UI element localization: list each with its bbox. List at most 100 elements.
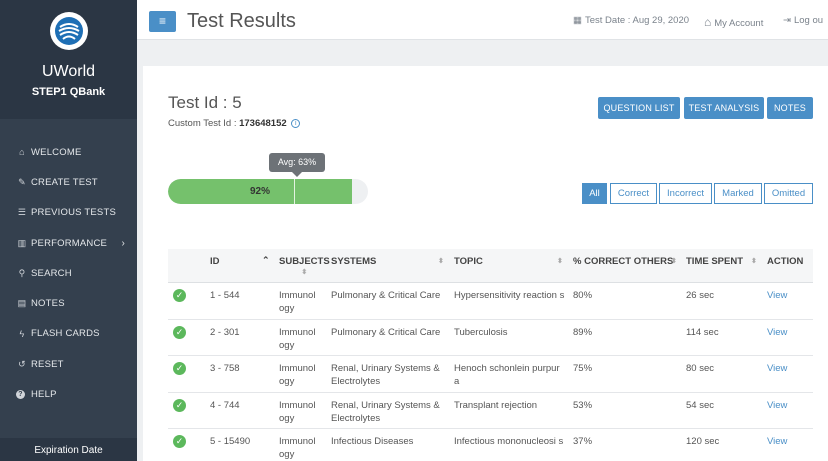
my-account-text: My Account — [714, 18, 764, 29]
sort-icon: ⬍ — [301, 269, 308, 276]
correct-check-icon: ✓ — [173, 398, 186, 412]
view-link[interactable]: View — [767, 362, 787, 375]
view-link[interactable]: View — [767, 326, 787, 339]
table-row[interactable]: ✓ 1 - 544 Immunol ogy Pulmonary & Critic… — [168, 283, 813, 320]
filter-correct-button[interactable]: Correct — [610, 183, 657, 204]
cell-id: 1 - 544 — [210, 290, 240, 301]
logout-text: Log ou — [793, 15, 824, 26]
average-tooltip: Avg: 63% — [269, 153, 325, 177]
uworld-logo-icon[interactable] — [49, 12, 88, 50]
cell-topic: Henoch schonlein purpur a — [454, 363, 560, 387]
column-header-systems[interactable]: SYSTEMS ⬍ — [331, 256, 444, 267]
sidebar-item-label: NOTES — [31, 298, 65, 310]
hamburger-icon: ≡ — [158, 14, 166, 28]
brand-name: UWorld — [41, 63, 96, 80]
chevron-right-icon: › — [121, 237, 125, 249]
column-header-subjects[interactable]: SUBJECTS ⬍ — [279, 256, 330, 276]
filter-omitted-button[interactable]: Omitted — [764, 183, 813, 204]
score-label: 92% — [249, 186, 270, 197]
cell-topic: Transplant rejection — [454, 399, 538, 411]
info-icon[interactable]: i — [291, 118, 301, 128]
column-header-topic[interactable]: TOPIC ⬍ — [454, 256, 563, 267]
cell-system: Renal, Urinary Systems & Electrolytes — [331, 363, 440, 387]
filter-marked-button[interactable]: Marked — [714, 183, 762, 204]
test-date-text: Test Date : Aug 29, 2020 — [584, 15, 690, 26]
custom-test-id-label: Custom Test Id : — [168, 118, 240, 129]
home-icon: ⌂ — [19, 147, 25, 158]
table-row[interactable]: ✓ 5 - 15490 Immunol ogy Infectious Disea… — [168, 429, 813, 461]
cell-system: Pulmonary & Critical Care — [331, 290, 441, 301]
results-card: Test Id : 5 Custom Test Id : 173648152 i… — [143, 66, 828, 461]
home-icon: ⌂ — [704, 15, 712, 29]
sort-icon: ⬍ — [557, 258, 563, 265]
my-account-link[interactable]: ⌂ My Account — [704, 15, 763, 29]
cell-topic: Tuberculosis — [454, 326, 508, 338]
notes-button[interactable]: NOTES — [767, 97, 813, 119]
cell-percent-correct: 37% — [573, 436, 593, 447]
edit-icon: ✎ — [18, 176, 26, 187]
table-row[interactable]: ✓ 4 - 744 Immunol ogy Renal, Urinary Sys… — [168, 393, 813, 429]
help-icon: ? — [16, 390, 25, 400]
cell-id: 3 - 758 — [210, 363, 240, 374]
menu-toggle-button[interactable]: ≡ — [149, 11, 176, 32]
column-header-percent-correct[interactable]: % CORRECT OTHERS ⬍ — [573, 256, 677, 267]
cell-percent-correct: 80% — [573, 290, 593, 301]
cell-time-spent: 26 sec — [686, 290, 714, 301]
sidebar-item-welcome[interactable]: ⌂ WELCOME — [0, 137, 137, 167]
cell-system: Renal, Urinary Systems & Electrolytes — [331, 399, 440, 424]
sidebar-item-label: CREATE TEST — [31, 176, 98, 188]
sidebar-item-search[interactable]: ⚲ SEARCH — [0, 258, 137, 288]
correct-check-icon: ✓ — [173, 325, 186, 339]
cell-percent-correct: 89% — [573, 326, 593, 338]
cell-id: 5 - 15490 — [210, 436, 251, 447]
sidebar-item-label: RESET — [31, 358, 64, 370]
sidebar-item-label: PREVIOUS TESTS — [31, 207, 116, 219]
sidebar-item-create-test[interactable]: ✎ CREATE TEST — [0, 167, 137, 197]
sidebar-item-label: PERFORMANCE — [31, 237, 108, 249]
logout-link[interactable]: ⇥ Log ou — [783, 15, 823, 26]
view-link[interactable]: View — [767, 289, 787, 302]
sort-icon: ⬍ — [751, 258, 757, 265]
cell-system: Pulmonary & Critical Care — [331, 326, 441, 338]
table-header: ID ⌃ SUBJECTS ⬍ SYSTEMS ⬍ TOPIC ⬍ % CORR… — [168, 249, 813, 283]
results-table: ID ⌃ SUBJECTS ⬍ SYSTEMS ⬍ TOPIC ⬍ % CORR… — [168, 249, 813, 461]
test-analysis-button[interactable]: TEST ANALYSIS — [684, 97, 764, 119]
cell-subject: Immunol ogy — [279, 326, 316, 351]
score-progress-bar: 92% — [168, 179, 368, 204]
sidebar-item-label: SEARCH — [31, 267, 72, 279]
notes-icon: ▤ — [17, 298, 27, 309]
sort-icon: ⬍ — [671, 258, 677, 265]
correct-check-icon: ✓ — [173, 362, 186, 375]
correct-check-icon: ✓ — [173, 289, 186, 302]
column-header-id[interactable]: ID ⌃ — [210, 255, 270, 267]
column-header-label: SYSTEMS — [331, 256, 377, 267]
sidebar-item-flash-cards[interactable]: ϟ FLASH CARDS — [0, 319, 137, 349]
cell-topic: Infectious mononucleosi s — [454, 436, 564, 447]
sort-icon: ⬍ — [438, 258, 444, 265]
column-header-label: % CORRECT OTHERS — [573, 256, 674, 267]
list-icon: ☰ — [17, 207, 27, 218]
cell-subject: Immunol ogy — [279, 363, 316, 387]
column-header-time-spent[interactable]: TIME SPENT ⬍ — [686, 256, 757, 267]
search-icon: ⚲ — [18, 267, 26, 278]
sort-up-icon: ⌃ — [262, 255, 270, 265]
sidebar-item-previous-tests[interactable]: ☰ PREVIOUS TESTS — [0, 198, 137, 228]
filter-incorrect-button[interactable]: Incorrect — [659, 183, 712, 204]
view-link[interactable]: View — [767, 435, 787, 448]
cell-id: 4 - 744 — [210, 399, 240, 411]
logout-icon: ⇥ — [783, 15, 791, 26]
sidebar-item-notes[interactable]: ▤ NOTES — [0, 288, 137, 318]
table-row[interactable]: ✓ 2 - 301 Immunol ogy Pulmonary & Critic… — [168, 320, 813, 356]
column-header-label: SUBJECTS — [279, 256, 330, 267]
expiration-date-label: Expiration Date — [0, 438, 137, 461]
sidebar-item-help[interactable]: ? HELP — [0, 379, 137, 409]
sidebar-item-performance[interactable]: ▥ PERFORMANCE › — [0, 228, 137, 258]
cell-time-spent: 120 sec — [686, 436, 720, 447]
view-link[interactable]: View — [767, 399, 787, 412]
question-list-button[interactable]: QUESTION LIST — [598, 97, 680, 119]
table-row[interactable]: ✓ 3 - 758 Immunol ogy Renal, Urinary Sys… — [168, 356, 813, 393]
column-header-label: ID — [210, 256, 220, 267]
sidebar-item-reset[interactable]: ↺ RESET — [0, 349, 137, 379]
filter-all-button[interactable]: All — [582, 183, 607, 204]
custom-test-id-value: 173648152 — [239, 118, 287, 129]
